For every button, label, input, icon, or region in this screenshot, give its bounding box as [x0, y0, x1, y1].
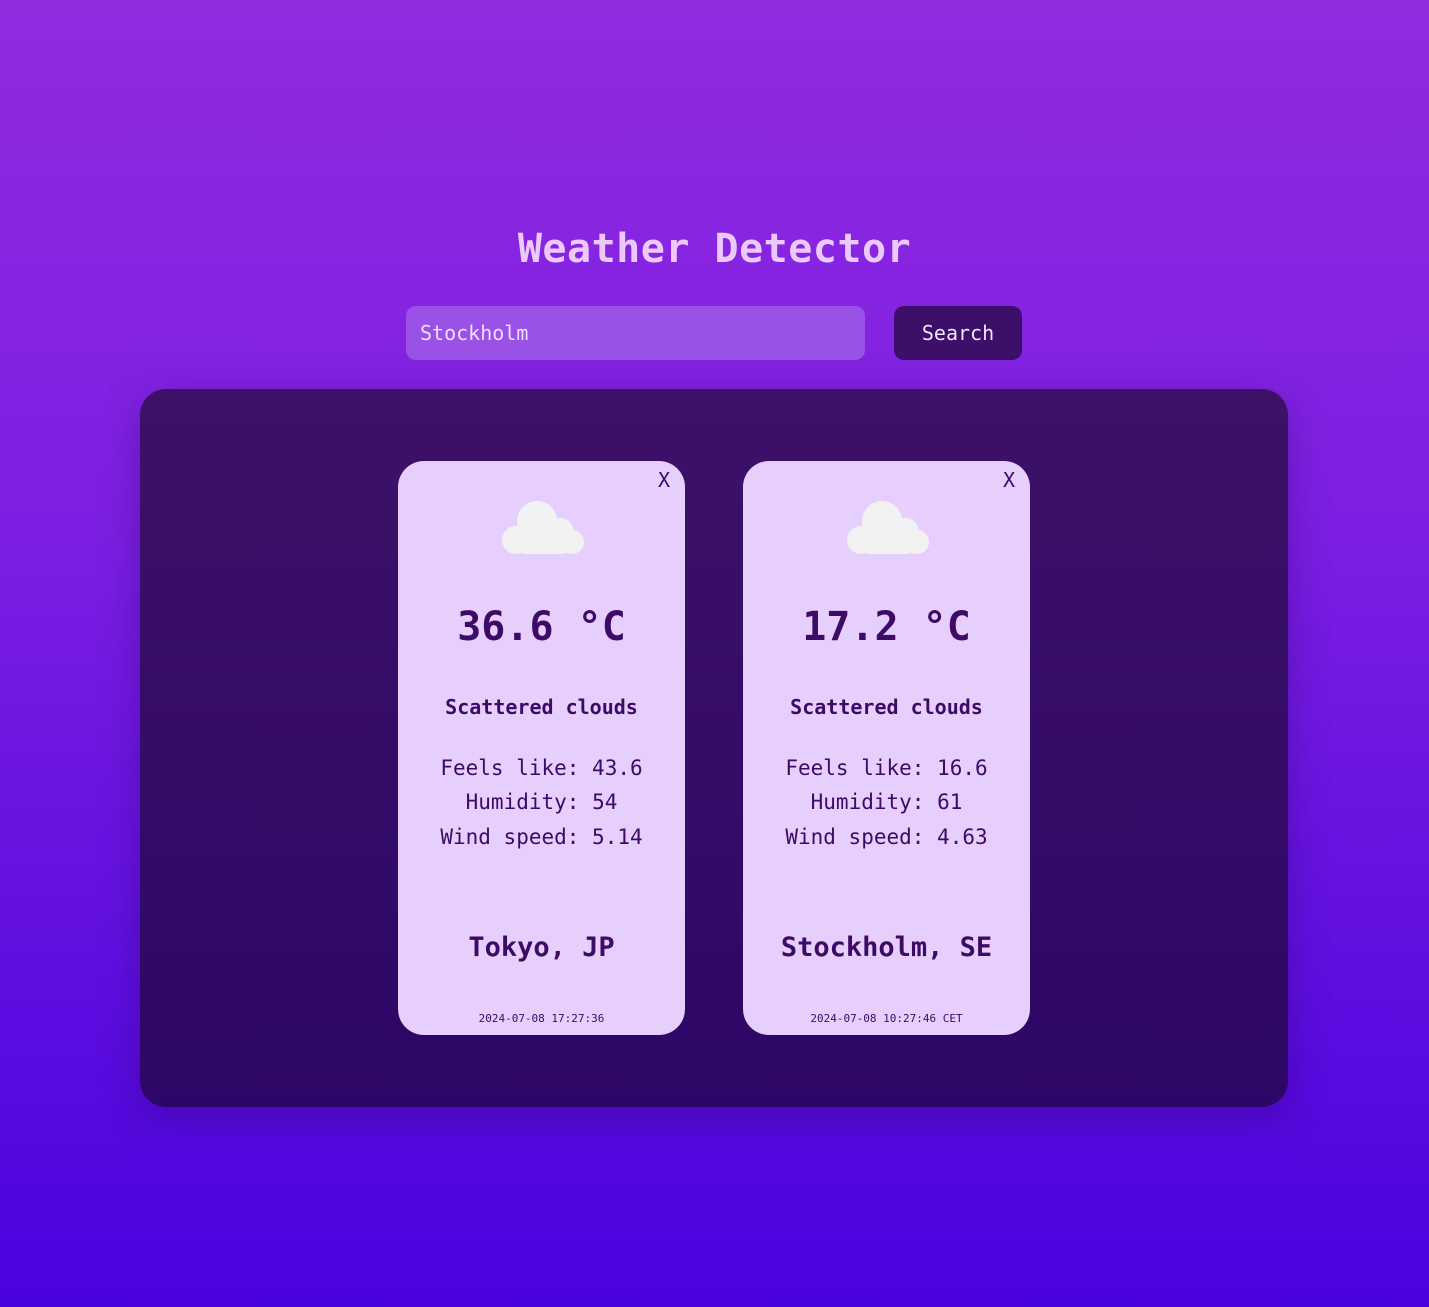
page-title: Weather Detector	[517, 226, 912, 272]
temperature: 36.6 °C	[457, 604, 626, 650]
results-panel	[140, 389, 1288, 1107]
search-input[interactable]	[406, 306, 865, 360]
humidity: Humidity: 61	[810, 790, 963, 814]
close-button[interactable]: X	[658, 470, 670, 490]
timestamp: 2024-07-08 17:27:36	[478, 1012, 605, 1025]
search-button[interactable]: Search	[894, 306, 1022, 360]
location-name: Tokyo, JP	[468, 932, 615, 963]
wind-speed: Wind speed: 5.14	[440, 825, 643, 849]
weather-description: Scattered clouds	[445, 695, 638, 719]
humidity: Humidity: 54	[465, 790, 618, 814]
location-name: Stockholm, SE	[780, 932, 993, 963]
wind-speed: Wind speed: 4.63	[785, 825, 988, 849]
feels-like: Feels like: 16.6	[785, 756, 988, 780]
cloud-icon	[502, 501, 584, 554]
close-button[interactable]: X	[1003, 470, 1015, 490]
weather-description: Scattered clouds	[790, 695, 983, 719]
temperature: 17.2 °C	[802, 604, 971, 650]
cloud-icon	[847, 501, 929, 554]
timestamp: 2024-07-08 10:27:46 CET	[810, 1012, 963, 1025]
feels-like: Feels like: 43.6	[440, 756, 643, 780]
